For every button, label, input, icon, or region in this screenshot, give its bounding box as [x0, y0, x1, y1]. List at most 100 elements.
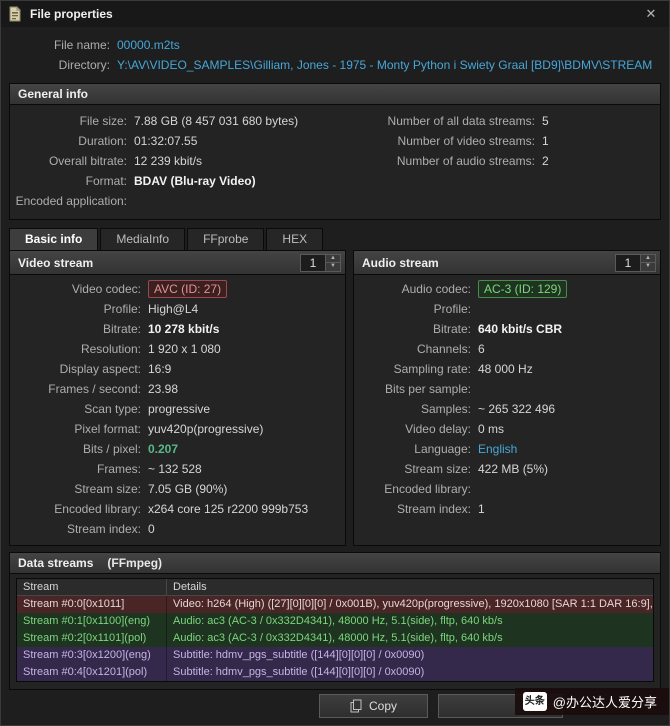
spinner-up-icon[interactable]: ▲	[641, 255, 655, 263]
table-row[interactable]: Stream #0:0[0x1011] Video: h264 (High) (…	[17, 596, 653, 613]
field-label: Number of audio streams:	[380, 151, 542, 171]
column-header-details: Details	[167, 579, 653, 595]
data-streams-title: Data streams	[18, 556, 93, 570]
stream-cell: Stream #0:4[0x1201](pol)	[17, 664, 167, 681]
spinner-buttons: ▲ ▼	[640, 255, 655, 271]
field-value: 12 239 kbit/s	[134, 151, 380, 171]
file-name-row: File name: 00000.m2ts	[9, 35, 661, 55]
field-label: Number of all data streams:	[380, 111, 542, 131]
video-row: Frames / second: 23.98	[16, 379, 339, 399]
field-label: Profile:	[16, 299, 148, 319]
field-label: Scan type:	[16, 399, 148, 419]
field-label: Resolution:	[16, 339, 148, 359]
stream-panels: Video stream 1 ▲ ▼ Video codec: AVC (ID:…	[9, 250, 661, 546]
field-value: ~ 265 322 496	[478, 399, 654, 419]
field-label: Frames:	[16, 459, 148, 479]
field-label: Overall bitrate:	[14, 151, 134, 171]
audio-row: Stream index: 1	[360, 499, 654, 519]
field-label: Stream size:	[360, 459, 478, 479]
stream-cell: Stream #0:1[0x1100](eng)	[17, 613, 167, 630]
tab-mediainfo[interactable]: MediaInfo	[100, 228, 185, 250]
field-label: Bitrate:	[16, 319, 148, 339]
table-row[interactable]: Stream #0:3[0x1200](eng) Subtitle: hdmv_…	[17, 647, 653, 664]
video-row: Pixel format: yuv420p(progressive)	[16, 419, 339, 439]
watermark-overlay: 头条 @办公达人爱分享	[515, 688, 669, 715]
general-row: File size: 7.88 GB (8 457 031 680 bytes)	[14, 111, 380, 131]
field-label: Profile:	[360, 299, 478, 319]
audio-stream-panel: Audio stream 1 ▲ ▼ Audio codec: AC-3 (ID…	[353, 250, 661, 546]
field-label: Encoded library:	[16, 499, 148, 519]
field-label: Bits per sample:	[360, 379, 478, 399]
copy-button-label: Copy	[369, 699, 397, 713]
close-button[interactable]: ✕	[639, 4, 663, 24]
general-row: Number of video streams: 1	[380, 131, 656, 151]
directory-row: Directory: Y:\AV\VIDEO_SAMPLES\Gilliam, …	[9, 55, 661, 75]
table-row[interactable]: Stream #0:4[0x1201](pol) Subtitle: hdmv_…	[17, 664, 653, 681]
audio-codec-row: Audio codec: AC-3 (ID: 129)	[360, 279, 654, 299]
file-properties-dialog: File properties ✕ File name: 00000.m2ts …	[0, 0, 670, 726]
field-value: 1 920 x 1 080	[148, 339, 339, 359]
directory-label: Directory:	[9, 55, 117, 75]
file-name-value[interactable]: 00000.m2ts	[117, 35, 661, 55]
tab-ffprobe[interactable]: FFprobe	[187, 228, 264, 250]
video-row: Bitrate: 10 278 kbit/s	[16, 319, 339, 339]
directory-value[interactable]: Y:\AV\VIDEO_SAMPLES\Gilliam, Jones - 197…	[117, 55, 661, 75]
field-value: 16:9	[148, 359, 339, 379]
field-value	[478, 479, 654, 499]
general-info-body: File size: 7.88 GB (8 457 031 680 bytes)…	[10, 105, 660, 219]
table-row[interactable]: Stream #0:2[0x1101](pol) Audio: ac3 (AC-…	[17, 630, 653, 647]
column-header-stream: Stream	[17, 579, 167, 595]
field-label: Stream index:	[360, 499, 478, 519]
stream-cell: Stream #0:2[0x1101](pol)	[17, 630, 167, 647]
field-value: 10 278 kbit/s	[148, 319, 339, 339]
field-label: Sampling rate:	[360, 359, 478, 379]
language-link[interactable]: English	[478, 439, 654, 459]
details-cell: Subtitle: hdmv_pgs_subtitle ([144][0][0]…	[167, 647, 653, 664]
field-label: Display aspect:	[16, 359, 148, 379]
general-info-left-column: File size: 7.88 GB (8 457 031 680 bytes)…	[14, 111, 380, 211]
spinner-buttons: ▲ ▼	[325, 255, 340, 271]
field-value: 7.88 GB (8 457 031 680 bytes)	[134, 111, 380, 131]
spinner-up-icon[interactable]: ▲	[326, 255, 340, 263]
copy-button[interactable]: Copy	[319, 694, 428, 718]
field-value: 6	[478, 339, 654, 359]
table-row[interactable]: Stream #0:1[0x1100](eng) Audio: ac3 (AC-…	[17, 613, 653, 630]
details-cell: Audio: ac3 (AC-3 / 0x332D4341), 48000 Hz…	[167, 613, 653, 630]
video-row: Resolution: 1 920 x 1 080	[16, 339, 339, 359]
field-label: Channels:	[360, 339, 478, 359]
audio-stream-number: 1	[616, 255, 640, 271]
field-value: 1	[542, 131, 656, 151]
audio-row: Bitrate: 640 kbit/s CBR	[360, 319, 654, 339]
video-stream-number-spinner[interactable]: 1 ▲ ▼	[300, 254, 341, 272]
tab-basic-info[interactable]: Basic info	[9, 228, 98, 250]
spinner-down-icon[interactable]: ▼	[641, 262, 655, 271]
field-value	[478, 299, 654, 319]
audio-row: Video delay: 0 ms	[360, 419, 654, 439]
audio-language-row: Language: English	[360, 439, 654, 459]
file-meta: File name: 00000.m2ts Directory: Y:\AV\V…	[1, 27, 669, 77]
audio-stream-number-spinner[interactable]: 1 ▲ ▼	[615, 254, 656, 272]
video-stream-panel: Video stream 1 ▲ ▼ Video codec: AVC (ID:…	[9, 250, 346, 546]
field-value	[478, 379, 654, 399]
details-cell: Subtitle: hdmv_pgs_subtitle ([144][0][0]…	[167, 664, 653, 681]
field-value: BDAV (Blu-ray Video)	[134, 171, 380, 191]
video-stream-title: Video stream	[18, 256, 93, 270]
video-stream-number: 1	[301, 255, 325, 271]
data-streams-table: Stream Details Stream #0:0[0x1011] Video…	[16, 578, 654, 682]
table-header-row: Stream Details	[17, 579, 653, 596]
tab-bar: Basic info MediaInfo FFprobe HEX	[9, 228, 661, 250]
general-info-right-column: Number of all data streams: 5 Number of …	[380, 111, 656, 211]
field-value: x264 core 125 r2200 999b753	[148, 499, 339, 519]
field-label: Bitrate:	[360, 319, 478, 339]
general-row: Format: BDAV (Blu-ray Video)	[14, 171, 380, 191]
general-row: Encoded application:	[14, 191, 380, 211]
field-label: Stream index:	[16, 519, 148, 539]
video-codec-row: Video codec: AVC (ID: 27)	[16, 279, 339, 299]
details-cell: Audio: ac3 (AC-3 / 0x332D4341), 48000 Hz…	[167, 630, 653, 647]
field-value	[134, 191, 380, 211]
tab-hex[interactable]: HEX	[266, 228, 323, 250]
spinner-down-icon[interactable]: ▼	[326, 262, 340, 271]
video-row: Frames: ~ 132 528	[16, 459, 339, 479]
field-value: 48 000 Hz	[478, 359, 654, 379]
watermark-logo: 头条	[523, 692, 547, 711]
